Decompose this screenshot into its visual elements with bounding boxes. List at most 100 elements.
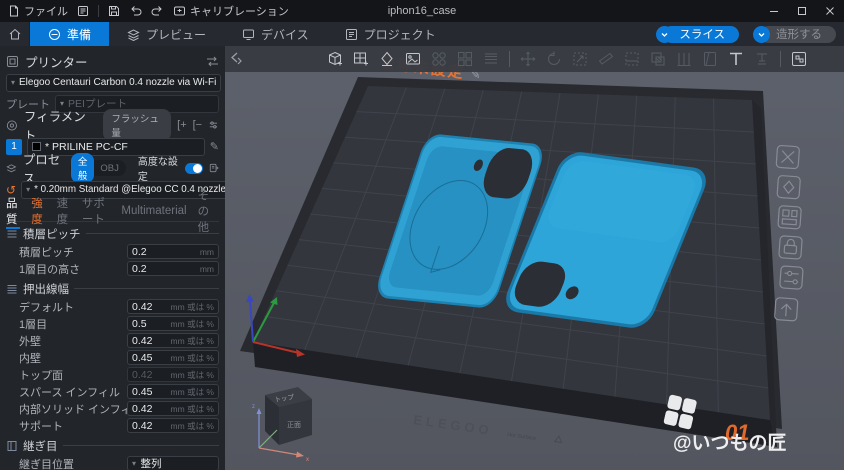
slice-options-button[interactable] (656, 26, 673, 43)
mesh-boolean-icon (649, 50, 667, 68)
param-row: サポート 0.42mm 或は % (6, 417, 219, 434)
tab-speed[interactable]: 速度 (57, 195, 71, 227)
redo-button[interactable] (151, 5, 164, 17)
filament-slot-badge[interactable]: 1 (6, 139, 22, 155)
seam-position-select[interactable]: ▾ 整列 (127, 456, 219, 470)
support-paint-button[interactable] (672, 47, 696, 71)
flush-volume-button[interactable]: フラッシュ量 (103, 109, 171, 141)
add-plate-icon (352, 50, 370, 68)
param-input[interactable]: 0.45mm 或は % (127, 384, 219, 399)
param-input[interactable]: 0.5mm 或は % (127, 316, 219, 331)
maximize-button[interactable] (788, 0, 816, 22)
minimize-button[interactable] (760, 0, 788, 22)
move-button[interactable] (516, 47, 540, 71)
close-button[interactable] (816, 0, 844, 22)
tab-others[interactable]: その他 (198, 187, 219, 235)
mesh-boolean-button[interactable] (646, 47, 670, 71)
param-row: 1層目 0.5mm 或は % (6, 315, 219, 332)
param-input[interactable]: 0.42mm 或は % (127, 333, 219, 348)
arrange-plate-button[interactable] (778, 206, 801, 229)
add-plate-button[interactable] (349, 47, 373, 71)
print-button[interactable]: 造形する (760, 26, 836, 43)
param-label: サポート (19, 418, 127, 434)
scope-global[interactable]: 全般 (71, 153, 95, 183)
split-to-parts-icon (456, 50, 474, 68)
tab-project[interactable]: プロジェクト (327, 22, 454, 46)
section-title: 押出線幅 (23, 281, 69, 297)
tab-preview[interactable]: プレビュー (109, 22, 224, 46)
add-filament-button[interactable]: [+ (177, 119, 186, 131)
filament-settings-icon[interactable] (208, 119, 219, 131)
fuzzy-skin-button[interactable] (750, 47, 774, 71)
scale-button[interactable] (568, 47, 592, 71)
layer-height-icon (6, 228, 18, 240)
add-model-button[interactable] (323, 47, 347, 71)
text-icon (727, 50, 745, 68)
section-title: 積層ピッチ (23, 226, 81, 242)
plate-brand-logo: ELEGOO (413, 412, 494, 438)
chevron-down-icon: ▾ (11, 79, 15, 87)
print-button-label: 造形する (776, 26, 822, 42)
param-row: 1層目の高さ 0.2mm (6, 260, 219, 277)
remove-filament-button[interactable]: [− (193, 119, 202, 131)
rotate-button[interactable] (542, 47, 566, 71)
viewport-3d[interactable]: 名称未設定 ✎ ELEGOO Hot (225, 46, 844, 470)
slice-button[interactable]: スライス (663, 26, 739, 43)
scene-3d[interactable]: ELEGOO Hot Surface (225, 46, 844, 470)
scope-switch[interactable]: 全般 OBJ (70, 160, 126, 176)
file-menu[interactable]: ファイル (8, 3, 68, 19)
printer-select[interactable]: ▾ Elegoo Centauri Carbon 0.4 nozzle via … (6, 74, 221, 92)
param-input[interactable]: 0.42mm 或は % (127, 367, 219, 382)
print-options-button[interactable] (753, 26, 770, 43)
scope-objects[interactable]: OBJ (94, 162, 124, 175)
home-button[interactable] (0, 22, 30, 46)
variable-layer-height-button[interactable] (479, 47, 503, 71)
lift-plate-button[interactable] (774, 298, 797, 321)
tab-support[interactable]: サポート (82, 195, 111, 227)
split-to-objects-button[interactable] (427, 47, 451, 71)
title-bar: ファイル キャリブレーション iphon16_case (0, 0, 844, 22)
filament-icon (6, 119, 18, 132)
cut-button[interactable] (594, 47, 618, 71)
advanced-settings-toggle[interactable] (185, 163, 203, 174)
param-input[interactable]: 0.42mm 或は % (127, 418, 219, 433)
tab-device[interactable]: デバイス (224, 22, 327, 46)
watermark: @いつもの匠 (673, 432, 787, 454)
tab-quality[interactable]: 品質 (6, 195, 20, 227)
project-icon (345, 28, 358, 41)
edit-filament-icon[interactable]: ✎ (210, 140, 219, 153)
tab-prepare[interactable]: 準備 (30, 22, 109, 46)
compare-presets-icon[interactable] (209, 162, 219, 174)
collapse-sidebar-button[interactable] (228, 49, 244, 69)
param-label: 外壁 (19, 333, 127, 349)
assembly-view-button[interactable] (787, 47, 811, 71)
auto-orient-button[interactable] (375, 47, 399, 71)
settings-sidebar: プリンター ▾ Elegoo Centauri Carbon 0.4 nozzl… (0, 46, 225, 470)
mode-bar: 準備 プレビュー デバイス プロジェクト スライス 造形する (0, 22, 844, 46)
lock-plate-button[interactable] (779, 236, 802, 259)
param-label: 内壁 (19, 350, 127, 366)
tab-strength[interactable]: 強度 (31, 195, 45, 227)
param-input[interactable]: 0.45mm 或は % (127, 350, 219, 365)
text-button[interactable] (724, 47, 748, 71)
auto-orient-plate-button[interactable] (777, 175, 800, 198)
plate-settings-button[interactable] (780, 266, 803, 289)
nav-cube-front-label[interactable]: 正面 (287, 421, 301, 429)
undo-button[interactable] (129, 5, 142, 17)
save-button[interactable] (108, 5, 120, 17)
param-input[interactable]: 0.2mm (127, 244, 219, 259)
calibration-menu[interactable]: キャリブレーション (173, 3, 289, 19)
sync-printer-icon[interactable] (206, 56, 219, 67)
param-input[interactable]: 0.2mm (127, 261, 219, 276)
slice-group: スライス (656, 26, 739, 43)
nav-cube[interactable]: トップ 正面 z x (252, 387, 312, 463)
delete-plate-button[interactable] (776, 145, 799, 168)
tab-multimaterial[interactable]: Multimaterial (121, 205, 186, 217)
param-input[interactable]: 0.42mm 或は % (127, 401, 219, 416)
split-to-parts-button[interactable] (453, 47, 477, 71)
arrange-button[interactable] (401, 47, 425, 71)
param-input[interactable]: 0.42mm 或は % (127, 299, 219, 314)
view-menu[interactable] (77, 5, 89, 17)
seam-paint-button[interactable] (698, 47, 722, 71)
flatten-button[interactable] (620, 47, 644, 71)
